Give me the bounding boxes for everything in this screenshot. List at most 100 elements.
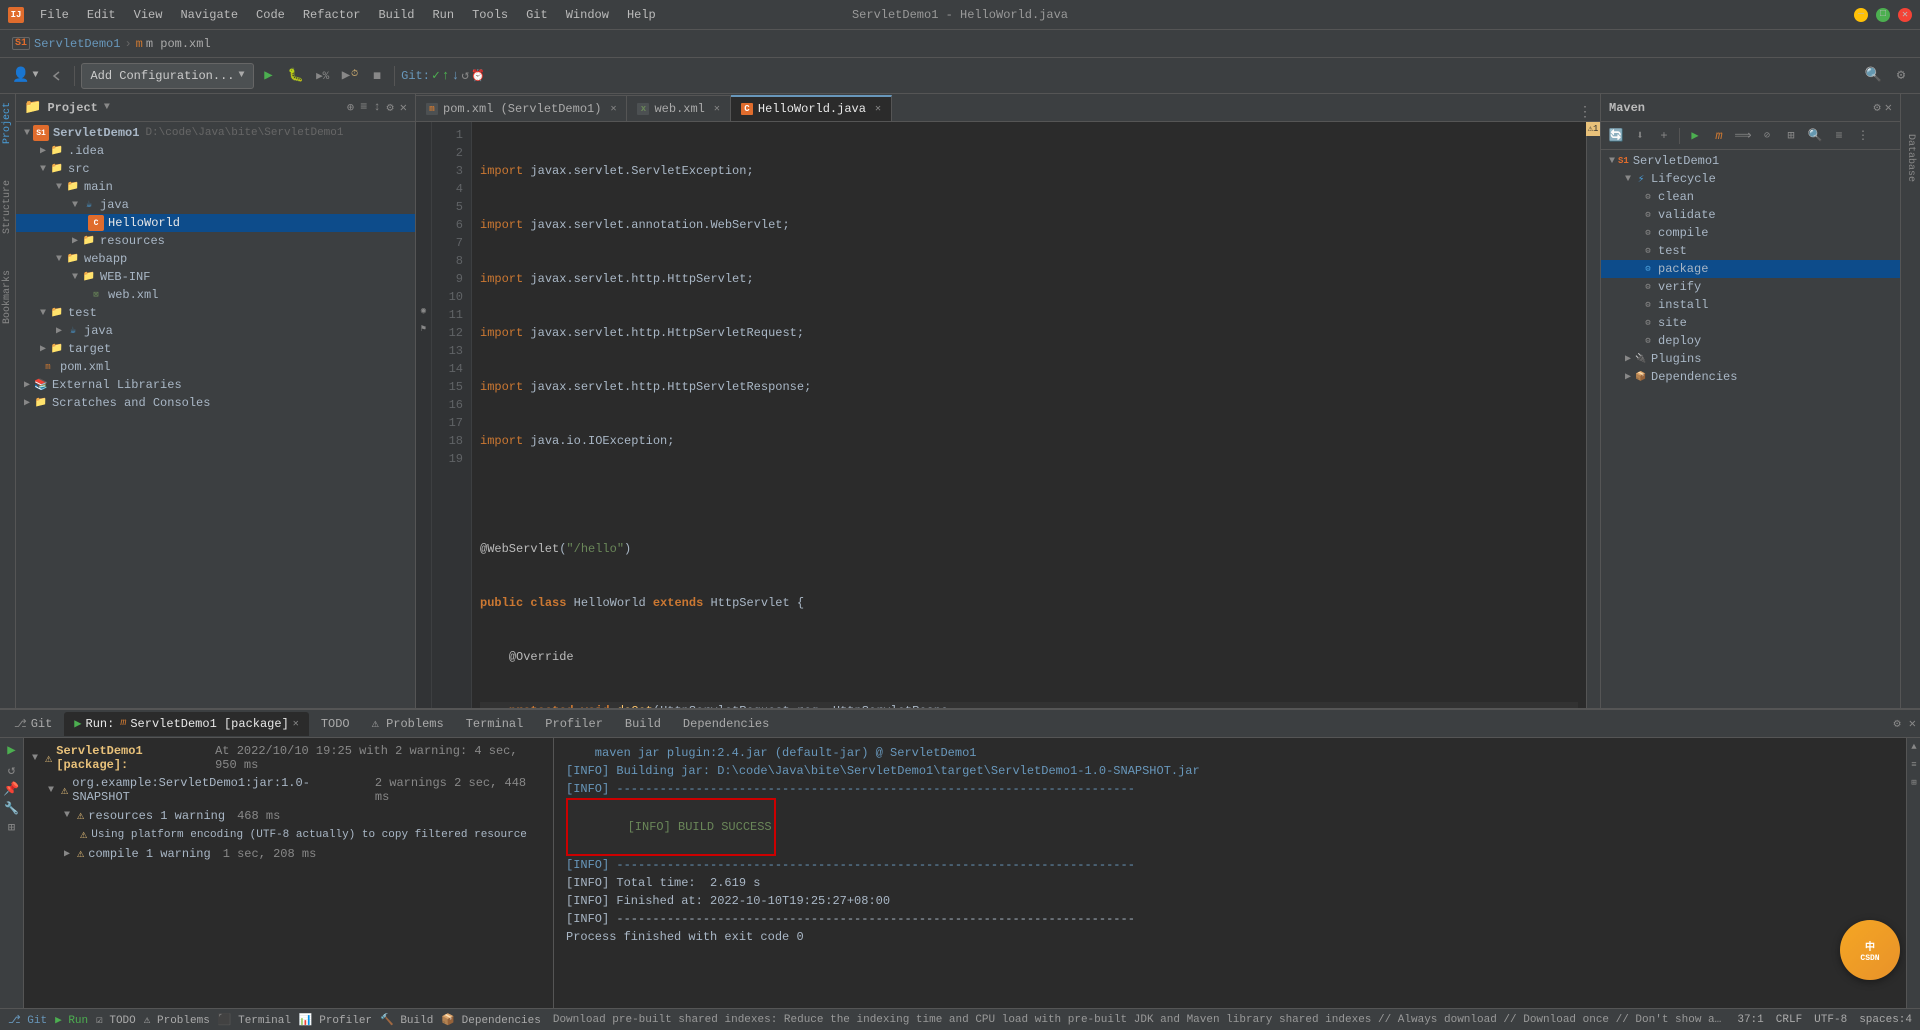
menu-window[interactable]: Window	[558, 6, 617, 24]
problems-status-icon[interactable]: ⚠ Problems	[144, 1013, 210, 1027]
run-item-root[interactable]: ▼ ⚠ ServletDemo1 [package]: At 2022/10/1…	[28, 742, 549, 774]
menu-edit[interactable]: Edit	[79, 6, 124, 24]
tree-pomxml[interactable]: m pom.xml	[16, 358, 415, 376]
coverage-button[interactable]: ▶%	[312, 63, 334, 89]
run-play-button[interactable]: ▶	[7, 742, 15, 759]
tree-resources[interactable]: ▶ 📁 resources	[16, 232, 415, 250]
run-config-dropdown[interactable]: Add Configuration... ▼	[81, 63, 253, 89]
sidebar-project-label[interactable]: Project	[2, 102, 13, 144]
scroll-expand-button[interactable]: ⊞	[1907, 776, 1920, 790]
maven-skip-button[interactable]: ⊘	[1756, 125, 1778, 147]
project-icon-5[interactable]: ✕	[400, 100, 407, 115]
tree-java[interactable]: ▼ ☕ java	[16, 196, 415, 214]
cursor-position[interactable]: 37:1	[1737, 1014, 1763, 1026]
project-icon-2[interactable]: ≡	[360, 100, 367, 115]
maven-run-button[interactable]: ▶	[1684, 125, 1706, 147]
todo-status-icon[interactable]: ☑ TODO	[96, 1013, 136, 1027]
menu-build[interactable]: Build	[370, 6, 422, 24]
menu-code[interactable]: Code	[248, 6, 293, 24]
maximize-button[interactable]: □	[1876, 8, 1890, 22]
run-pin-button[interactable]: 📌	[3, 782, 19, 797]
tab-webxml[interactable]: x web.xml ✕	[627, 95, 730, 121]
tree-helloworld[interactable]: C HelloWorld	[16, 214, 415, 232]
menu-navigate[interactable]: Navigate	[172, 6, 246, 24]
maven-toggle-button[interactable]: ⊞	[1780, 125, 1802, 147]
maven-m-button[interactable]: m	[1708, 125, 1730, 147]
tree-main[interactable]: ▼ 📁 main	[16, 178, 415, 196]
warning-indicator[interactable]: ⚠1	[1586, 122, 1600, 136]
breadcrumb-pom[interactable]: m m pom.xml	[136, 37, 211, 51]
run-button[interactable]: ▶	[258, 63, 280, 89]
git-pull-button[interactable]: ↓	[452, 68, 460, 83]
maven-settings-icon[interactable]: ⚙	[1874, 100, 1881, 115]
project-icon-3[interactable]: ↕	[373, 100, 380, 115]
run-item-compile[interactable]: ▶ ⚠ compile 1 warning 1 sec, 208 ms	[28, 844, 549, 863]
menu-help[interactable]: Help	[619, 6, 664, 24]
tab-problems[interactable]: ⚠ Problems	[362, 712, 454, 736]
minimize-button[interactable]: —	[1854, 8, 1868, 22]
maven-close-icon[interactable]: ✕	[1885, 100, 1892, 115]
run-wrench-button[interactable]: 🔧	[4, 801, 19, 816]
indent-info[interactable]: spaces:4	[1859, 1014, 1912, 1026]
run-expand-button[interactable]: ⊞	[8, 820, 15, 835]
maven-plugins[interactable]: ▶ 🔌 Plugins	[1601, 350, 1900, 368]
sidebar-database-label[interactable]: Database	[1905, 134, 1916, 182]
line-ending[interactable]: CRLF	[1776, 1014, 1802, 1026]
maven-search-button[interactable]: 🔍	[1804, 125, 1826, 147]
tab-dependencies[interactable]: Dependencies	[673, 712, 779, 736]
nav-back-button[interactable]	[46, 63, 68, 89]
csdn-watermark[interactable]: 中 CSDN	[1840, 920, 1900, 980]
scroll-list-button[interactable]: ≡	[1907, 758, 1920, 772]
tab-run[interactable]: ▶ Run: m ServletDemo1 [package] ✕	[64, 712, 309, 736]
maven-dependencies[interactable]: ▶ 📦 Dependencies	[1601, 368, 1900, 386]
tab-git[interactable]: ⎇ Git	[4, 712, 62, 736]
git-revert-button[interactable]: ↺	[461, 68, 469, 83]
sidebar-structure-label[interactable]: Structure	[2, 180, 13, 234]
tab-terminal[interactable]: Terminal	[456, 712, 534, 736]
project-dropdown[interactable]: ▼	[104, 102, 110, 113]
maven-lifecycle[interactable]: ▼ ⚡ Lifecycle	[1601, 170, 1900, 188]
bottom-settings-icon[interactable]: ⚙	[1894, 716, 1901, 731]
menu-run[interactable]: Run	[424, 6, 462, 24]
build-status-icon[interactable]: 🔨 Build	[380, 1013, 433, 1027]
status-message[interactable]: Download pre-built shared indexes: Reduc…	[553, 1014, 1726, 1026]
profiler-status-icon[interactable]: 📊 Profiler	[299, 1013, 372, 1027]
tree-webinf[interactable]: ▼ 📁 WEB-INF	[16, 268, 415, 286]
tree-test-java[interactable]: ▶ ☕ java	[16, 322, 415, 340]
tree-test[interactable]: ▼ 📁 test	[16, 304, 415, 322]
close-button[interactable]: ✕	[1898, 8, 1912, 22]
tab-build[interactable]: Build	[615, 712, 671, 736]
maven-root[interactable]: ▼ S1 ServletDemo1	[1601, 152, 1900, 170]
project-icon-4[interactable]: ⚙	[387, 100, 394, 115]
sidebar-bookmarks-label[interactable]: Bookmarks	[2, 270, 13, 324]
tree-src[interactable]: ▼ 📁 src	[16, 160, 415, 178]
run-rerun-button[interactable]: ↺	[8, 763, 16, 778]
profile-run-button[interactable]: ▶⏱	[338, 63, 362, 89]
tab-helloworld[interactable]: C HelloWorld.java ✕	[731, 95, 892, 121]
run-item-encoding[interactable]: ⚠ Using platform encoding (UTF-8 actuall…	[28, 825, 549, 844]
tree-root[interactable]: ▼ S1 ServletDemo1 D:\code\Java\bite\Serv…	[16, 124, 415, 142]
project-icon-1[interactable]: ⊕	[347, 100, 354, 115]
scroll-up-button[interactable]: ▲	[1907, 740, 1920, 754]
tree-scratches[interactable]: ▶ 📁 Scratches and Consoles	[16, 394, 415, 412]
maven-lifecycle-clean[interactable]: ⚙ clean	[1601, 188, 1900, 206]
maven-lifecycle-compile[interactable]: ⚙ compile	[1601, 224, 1900, 242]
tab-close-web[interactable]: ✕	[714, 103, 720, 115]
menu-tools[interactable]: Tools	[464, 6, 516, 24]
encoding[interactable]: UTF-8	[1814, 1014, 1847, 1026]
git-update-button[interactable]: ✓	[432, 68, 440, 83]
git-status-icon[interactable]: ⎇ Git	[8, 1013, 47, 1027]
run-item-resources[interactable]: ▼ ⚠ resources 1 warning 468 ms	[28, 806, 549, 825]
terminal-status-icon[interactable]: ⬛ Terminal	[218, 1013, 291, 1027]
maven-parallel-button[interactable]: ⟹	[1732, 125, 1754, 147]
maven-lifecycle-validate[interactable]: ⚙ validate	[1601, 206, 1900, 224]
settings-button[interactable]: ⚙	[1890, 63, 1912, 89]
tab-close-hello[interactable]: ✕	[875, 103, 881, 115]
tree-target[interactable]: ▶ 📁 target	[16, 340, 415, 358]
tab-profiler[interactable]: Profiler	[535, 712, 613, 736]
maven-lifecycle-deploy[interactable]: ⚙ deploy	[1601, 332, 1900, 350]
debug-button[interactable]: 🐛	[284, 63, 308, 89]
run-status-icon[interactable]: ▶ Run	[55, 1013, 88, 1027]
maven-download-button[interactable]: ⬇	[1629, 125, 1651, 147]
maven-lifecycle-verify[interactable]: ⚙ verify	[1601, 278, 1900, 296]
